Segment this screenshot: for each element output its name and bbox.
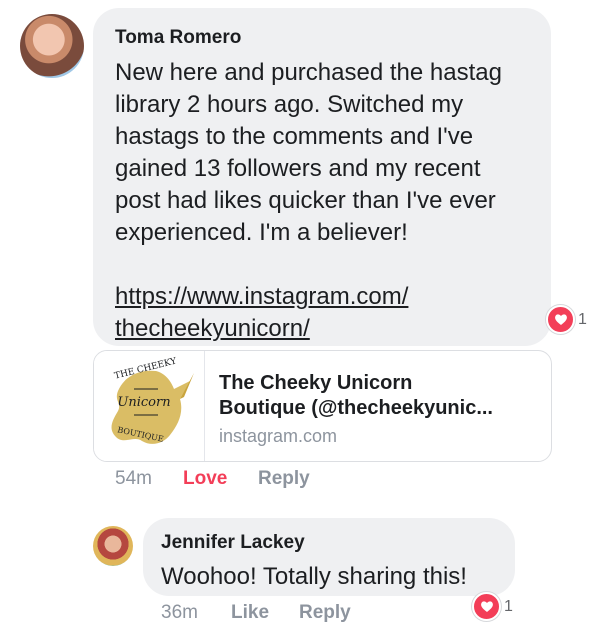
like-button[interactable]: Like [231, 602, 269, 624]
reaction-count: 1 [504, 597, 513, 615]
avatar[interactable] [20, 14, 84, 78]
preview-title: The Cheeky Unicorn [219, 372, 413, 394]
reaction-count-badge[interactable]: 1 [472, 592, 513, 621]
link-preview-card[interactable]: THE CHEEKY Unicorn BOUTIQUE The Cheeky U… [93, 350, 552, 462]
heart-icon [472, 592, 501, 621]
love-button[interactable]: Love [183, 468, 227, 490]
comment-link[interactable]: https://www.instagram.com/ thecheekyunic… [115, 281, 535, 345]
comment-timestamp[interactable]: 36m [161, 602, 198, 624]
comment-text: New here and purchased the hastag librar… [115, 59, 502, 246]
avatar[interactable] [93, 526, 133, 566]
logo-middle-text: Unicorn [117, 395, 170, 410]
heart-icon [546, 305, 575, 334]
reply-button[interactable]: Reply [299, 602, 351, 624]
reaction-count: 1 [578, 310, 587, 328]
comment-author[interactable]: Toma Romero [115, 27, 241, 49]
comment-author[interactable]: Jennifer Lackey [161, 532, 305, 554]
reply-button[interactable]: Reply [258, 468, 310, 490]
preview-title-continued: Boutique (@thecheekyunic... [219, 397, 493, 419]
reaction-count-badge[interactable]: 1 [546, 305, 587, 334]
comment-text: Woohoo! Totally sharing this! [161, 563, 467, 590]
preview-thumbnail: THE CHEEKY Unicorn BOUTIQUE [94, 351, 205, 461]
preview-domain: instagram.com [219, 426, 338, 446]
cheeky-unicorn-logo: THE CHEEKY Unicorn BOUTIQUE [111, 356, 194, 444]
comment-timestamp[interactable]: 54m [115, 468, 152, 490]
